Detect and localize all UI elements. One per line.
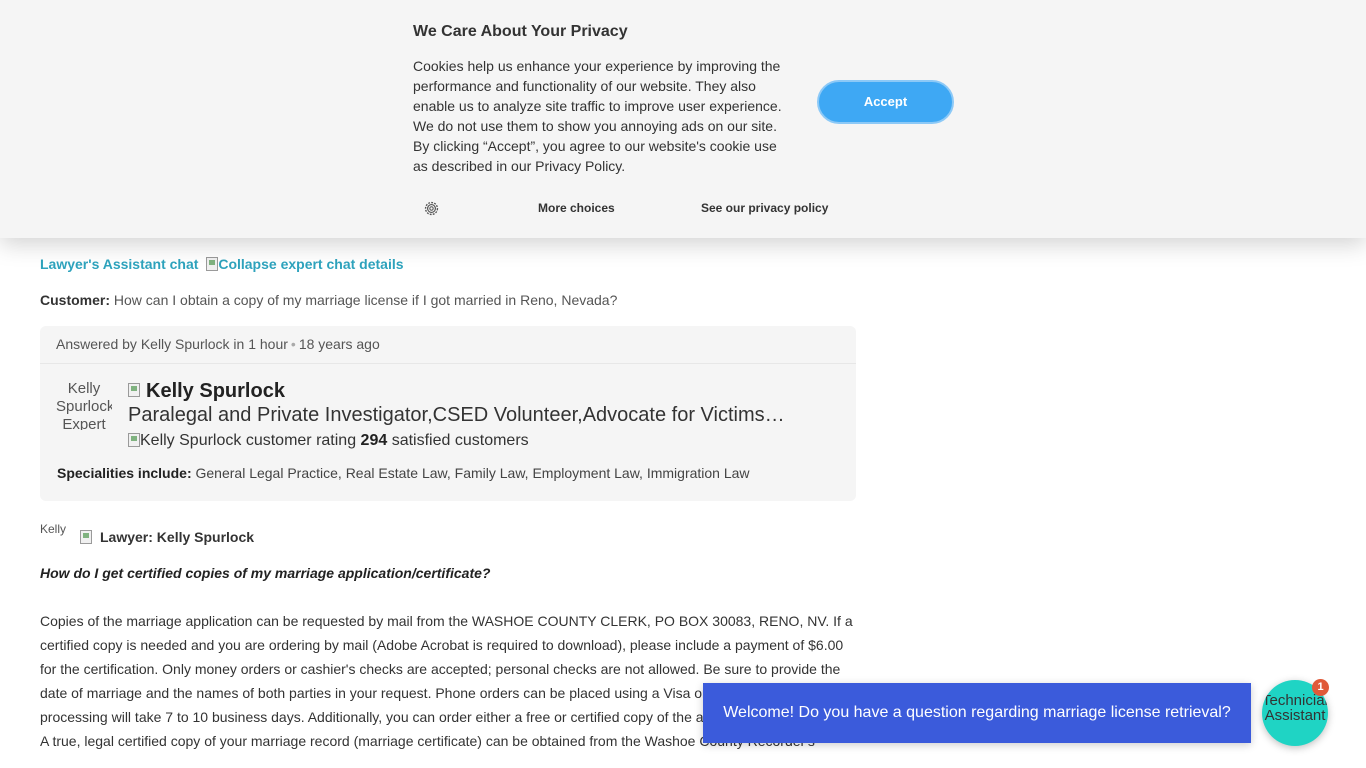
rating-stars-icon (128, 433, 140, 447)
expert-avatar: Kelly Spurlock Expert (56, 380, 112, 430)
welcome-chat-bubble[interactable]: Welcome! Do you have a question regardin… (703, 683, 1251, 743)
expert-rating: Kelly Spurlock customer rating 294 satis… (128, 432, 529, 450)
cookie-consent-banner: We Care About Your Privacy Cookies help … (0, 0, 1366, 238)
chat-header: Lawyer's Assistant chat Collapse expert … (40, 256, 404, 272)
satisfied-count: 294 (360, 432, 388, 449)
privacy-policy-link[interactable]: See our privacy policy (701, 201, 828, 215)
satisfied-label: satisfied customers (391, 432, 529, 449)
broken-image-icon (206, 257, 219, 271)
expert-title: Paralegal and Private Investigator,CSED … (128, 404, 788, 426)
lawyer-badge-icon (80, 530, 92, 544)
card-divider (40, 363, 856, 364)
answer-age: 18 years ago (298, 336, 380, 352)
customer-question-text: How can I obtain a copy of my marriage l… (113, 292, 618, 308)
expert-name[interactable]: Kelly Spurlock (128, 380, 285, 403)
specialities-list: General Legal Practice, Real Estate Law,… (195, 465, 750, 481)
specialities: Specialities include: General Legal Prac… (57, 465, 750, 481)
more-choices-button[interactable]: More choices (538, 201, 615, 215)
customer-label: Customer: (40, 292, 111, 308)
notification-badge: 1 (1312, 679, 1329, 696)
separator-dot: • (290, 336, 296, 352)
collapse-details-button[interactable]: Collapse expert chat details (206, 256, 404, 272)
customer-question: Customer: How can I obtain a copy of my … (40, 292, 617, 308)
answered-by-text: Answered by Kelly Spurlock in 1 hour (56, 336, 288, 352)
lawyer-name: Lawyer: Kelly Spurlock (100, 529, 255, 545)
lawyer-avatar: Kelly (40, 522, 67, 536)
gear-icon[interactable] (423, 200, 440, 217)
answer-meta: Answered by Kelly Spurlock in 1 hour • 18 … (56, 336, 380, 352)
cookie-banner-title: We Care About Your Privacy (413, 23, 628, 40)
accept-cookies-button[interactable]: Accept (817, 80, 954, 124)
chat-title-link[interactable]: Lawyer's Assistant chat (40, 256, 198, 272)
verified-badge-icon (128, 383, 140, 397)
expert-name-text: Kelly Spurlock (146, 380, 285, 402)
lawyer-label: Lawyer: Kelly Spurlock (80, 529, 254, 545)
rating-alt-text: Kelly Spurlock customer rating (140, 432, 357, 449)
expert-answer-card: Answered by Kelly Spurlock in 1 hour • 18 … (40, 326, 856, 501)
cookie-banner-text: Cookies help us enhance your experience … (413, 58, 782, 174)
reply-heading: How do I get certified copies of my marr… (40, 565, 491, 581)
specialities-label: Specialities include: (57, 465, 192, 481)
collapse-details-alt: Collapse expert chat details (218, 256, 404, 272)
